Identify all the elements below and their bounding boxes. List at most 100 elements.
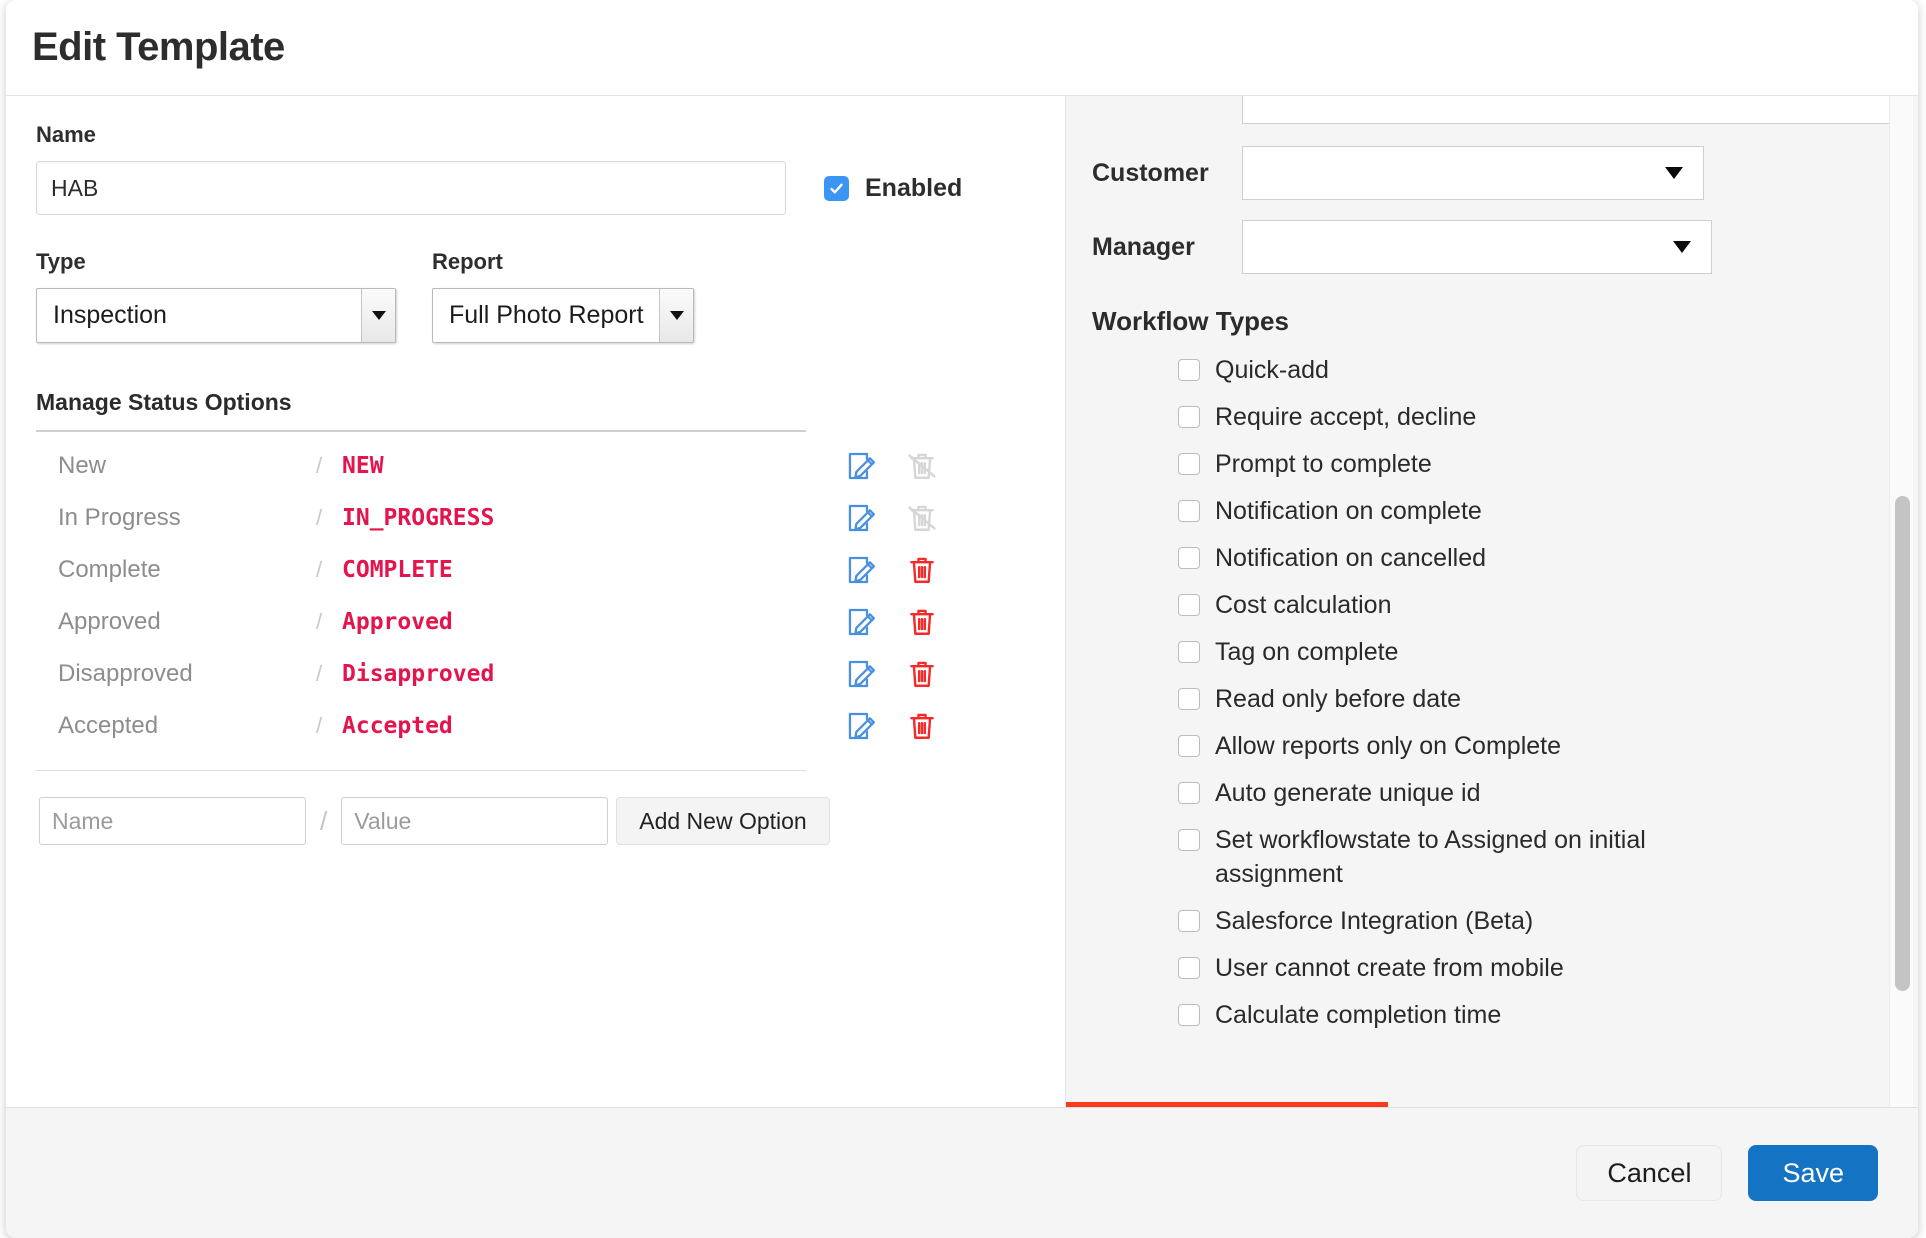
add-new-option-button[interactable]: Add New Option [616, 797, 830, 845]
report-label: Report [432, 249, 503, 274]
workflow-type-item[interactable]: User cannot create from mobile [1178, 951, 1898, 985]
enabled-label: Enabled [865, 173, 963, 202]
workflow-type-checkbox[interactable] [1178, 547, 1200, 569]
manager-label: Manager [1092, 232, 1195, 261]
trash-icon[interactable] [905, 605, 939, 639]
workflow-type-checkbox[interactable] [1178, 829, 1200, 851]
new-option-name-input[interactable] [39, 797, 306, 845]
workflow-type-item[interactable]: Set workflowstate to Assigned on initial… [1178, 823, 1898, 891]
vertical-scrollbar-track[interactable] [1889, 96, 1913, 1107]
manager-field-row: Manager [1092, 220, 1898, 274]
right-pane-scroll-content: Customer Manager Workflow Types Quick-ad… [1066, 96, 1918, 1045]
type-report-row: Type Inspection Report Full Photo Report [36, 249, 1035, 343]
workflow-type-label: Salesforce Integration (Beta) [1215, 907, 1534, 935]
workflow-type-label: Notification on cancelled [1215, 544, 1486, 572]
status-option-value: Disapproved [342, 661, 495, 687]
cancel-button[interactable]: Cancel [1576, 1145, 1723, 1201]
slash-separator: / [316, 609, 323, 634]
status-option-actions [845, 449, 1035, 483]
modal-footer: Cancel Save [6, 1107, 1918, 1238]
left-pane: Name Enabled Type Inspection [6, 96, 1065, 1107]
workflow-type-label: Allow reports only on Complete [1215, 732, 1561, 760]
edit-pencil-icon[interactable] [845, 553, 879, 587]
type-select[interactable]: Inspection [36, 288, 396, 343]
workflow-type-item[interactable]: Auto generate unique id [1178, 776, 1898, 810]
template-name-input[interactable] [36, 161, 786, 215]
workflow-type-item[interactable]: Tag on complete [1178, 635, 1898, 669]
section-divider [36, 430, 806, 432]
enabled-toggle[interactable]: Enabled [824, 174, 962, 203]
slash-separator: / [316, 453, 323, 478]
workflow-type-label: Cost calculation [1215, 591, 1392, 619]
customer-field-row: Customer [1092, 146, 1898, 200]
slash-separator: / [316, 713, 323, 738]
workflow-type-checkbox[interactable] [1178, 594, 1200, 616]
edit-pencil-icon[interactable] [845, 605, 879, 639]
workflow-type-checkbox[interactable] [1178, 910, 1200, 932]
workflow-type-label: Tag on complete [1215, 638, 1399, 666]
workflow-type-item[interactable]: Allow reports only on Complete [1178, 729, 1898, 763]
workflow-type-checkbox[interactable] [1178, 641, 1200, 663]
edit-pencil-icon[interactable] [845, 449, 879, 483]
workflow-type-checkbox[interactable] [1178, 957, 1200, 979]
top-cutoff-field-label [1092, 96, 1242, 112]
chevron-down-icon[interactable] [361, 289, 395, 342]
workflow-type-checkbox[interactable] [1178, 735, 1200, 757]
workflow-type-item[interactable]: Require accept, decline [1178, 400, 1898, 434]
workflow-type-item[interactable]: Read only before date [1178, 682, 1898, 716]
new-option-value-input[interactable] [341, 797, 609, 845]
workflow-type-item[interactable]: Quick-add [1178, 353, 1898, 387]
vertical-scrollbar-thumb[interactable] [1895, 496, 1910, 991]
trash-icon[interactable] [905, 553, 939, 587]
save-button[interactable]: Save [1748, 1145, 1878, 1201]
modal-body: Name Enabled Type Inspection [6, 96, 1918, 1107]
customer-select[interactable] [1242, 146, 1704, 200]
status-option-name: In Progress [58, 504, 181, 531]
manager-select[interactable] [1242, 220, 1712, 274]
workflow-type-checkbox[interactable] [1178, 453, 1200, 475]
workflow-type-label: Prompt to complete [1215, 450, 1432, 478]
status-option-name: Complete [58, 556, 161, 583]
status-options-table: New / NEW In Progress / IN_PROGRESS Complete / C… [36, 440, 1035, 752]
workflow-type-checkbox[interactable] [1178, 782, 1200, 804]
slash-separator: / [316, 557, 323, 582]
workflow-type-item[interactable]: Salesforce Integration (Beta) [1178, 904, 1898, 938]
workflow-type-checkbox[interactable] [1178, 359, 1200, 381]
slash-separator: / [316, 661, 323, 686]
edit-pencil-icon[interactable] [845, 501, 879, 535]
add-option-divider [36, 770, 806, 771]
top-cutoff-field-input[interactable] [1242, 96, 1898, 124]
workflow-type-checkbox[interactable] [1178, 406, 1200, 428]
workflow-type-item[interactable]: Cost calculation [1178, 588, 1898, 622]
workflow-type-checkbox[interactable] [1178, 1004, 1200, 1026]
workflow-types-list: Quick-add Require accept, decline Prompt t… [1092, 353, 1898, 1032]
report-field: Report Full Photo Report [432, 249, 694, 343]
edit-pencil-icon[interactable] [845, 657, 879, 691]
status-option-actions [845, 657, 1035, 691]
slash-separator: / [320, 805, 328, 836]
workflow-type-item[interactable]: Notification on cancelled [1178, 541, 1898, 575]
workflow-type-checkbox[interactable] [1178, 500, 1200, 522]
type-label: Type [36, 249, 86, 274]
name-row: Enabled [36, 161, 1035, 215]
enabled-checkbox-checked-icon[interactable] [824, 175, 849, 201]
status-option-actions [845, 709, 1035, 743]
edit-pencil-icon[interactable] [845, 709, 879, 743]
workflow-type-item[interactable]: Notification on complete [1178, 494, 1898, 528]
workflow-type-label: Calculate completion time [1215, 1001, 1502, 1029]
chevron-down-icon [1673, 241, 1691, 253]
status-option-row: Disapproved / Disapproved [36, 648, 1035, 700]
workflow-type-item[interactable]: Prompt to complete [1178, 447, 1898, 481]
workflow-type-label: Read only before date [1215, 685, 1462, 713]
slash-separator: / [316, 505, 323, 530]
add-new-option-row: / Add New Option [36, 797, 1035, 845]
right-pane: Customer Manager Workflow Types Quick-ad… [1065, 96, 1918, 1107]
workflow-type-item[interactable]: Calculate completion time [1178, 998, 1898, 1032]
chevron-down-icon[interactable] [659, 289, 693, 342]
status-option-actions [845, 605, 1035, 639]
trash-icon[interactable] [905, 657, 939, 691]
workflow-type-checkbox[interactable] [1178, 688, 1200, 710]
type-field: Type Inspection [36, 249, 432, 343]
trash-icon[interactable] [905, 709, 939, 743]
report-select[interactable]: Full Photo Report [432, 288, 694, 343]
